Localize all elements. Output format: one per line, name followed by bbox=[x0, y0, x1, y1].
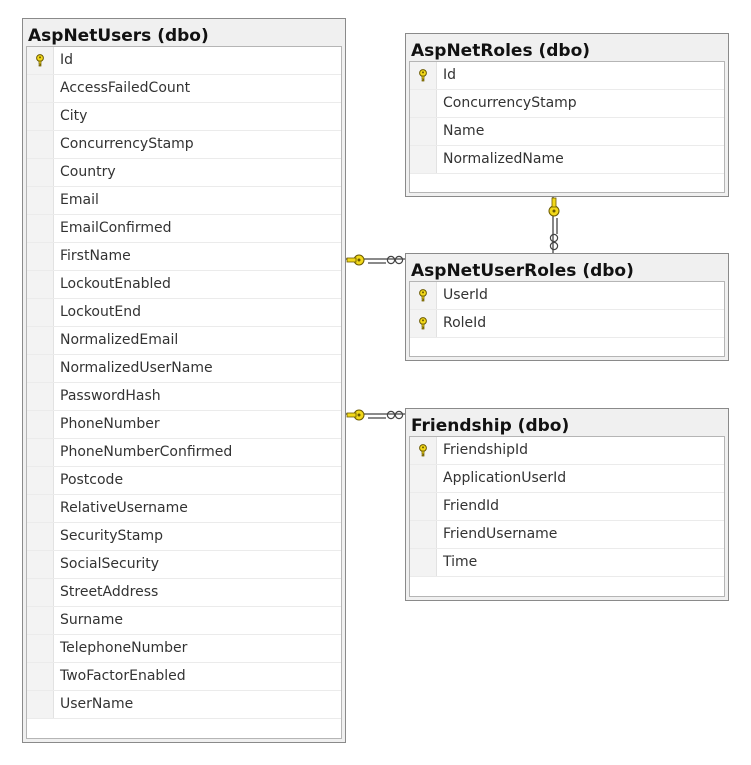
relationship-users-friendship[interactable] bbox=[346, 409, 405, 421]
key-connector-icon bbox=[346, 409, 365, 421]
infinity-icon bbox=[386, 410, 404, 420]
infinity-icon bbox=[386, 255, 404, 265]
key-connector-icon bbox=[548, 197, 560, 217]
relationship-lines bbox=[346, 197, 560, 421]
relationship-roles-userroles[interactable] bbox=[548, 197, 560, 253]
infinity-icon bbox=[549, 233, 559, 251]
key-connector-icon bbox=[346, 254, 365, 266]
relationship-users-userroles[interactable] bbox=[346, 254, 405, 266]
